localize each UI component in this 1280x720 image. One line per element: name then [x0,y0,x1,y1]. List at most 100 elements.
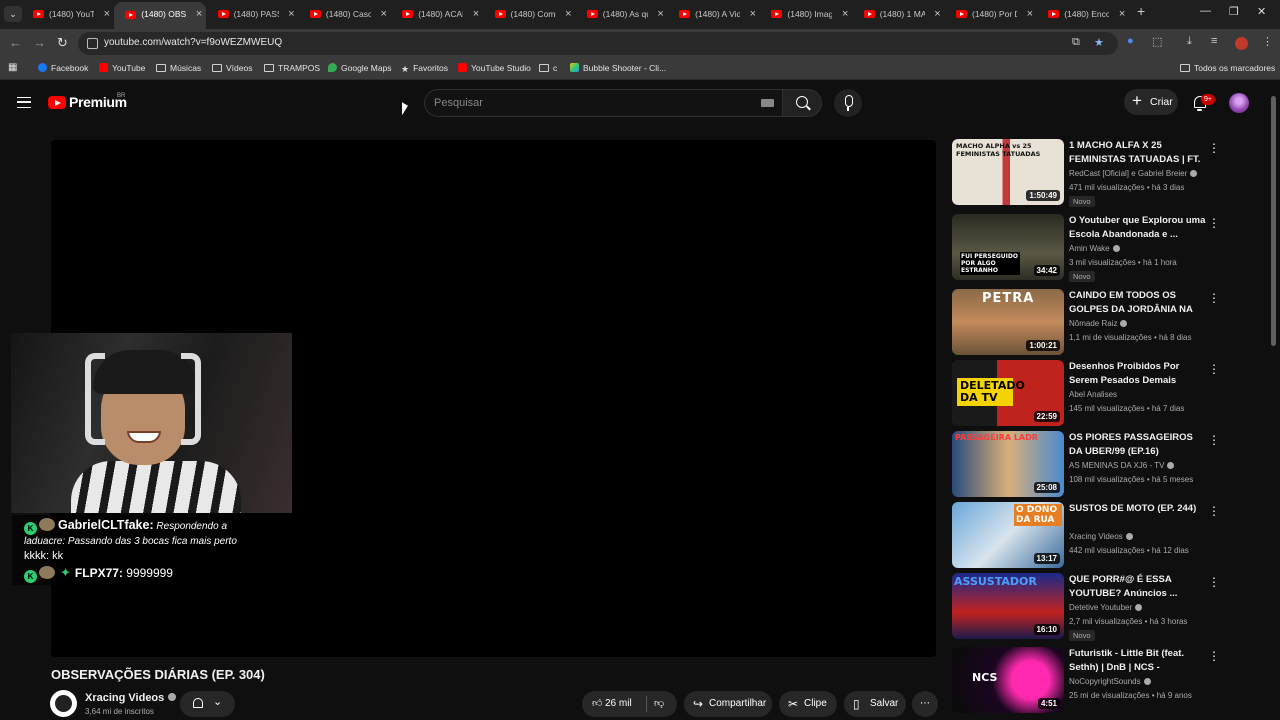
close-tab-icon[interactable]: × [196,2,202,27]
more-options-icon[interactable]: ⋮ [1208,216,1220,230]
channel-name[interactable]: RedCast [Oficial] e Gabriel Breier [1069,169,1198,178]
recommended-video[interactable]: DELETADO DA TV 22:59 Desenhos Proibidos Po… [952,360,1242,426]
extension-icon[interactable]: ● [1127,35,1134,47]
recommended-video[interactable]: FUI PERSEGUIDO POR ALGO ESTRANHO 34:42 O Y… [952,214,1242,282]
bookmark-item[interactable]: ★ Favoritos [401,63,448,75]
video-thumbnail[interactable]: FUI PERSEGUIDO POR ALGO ESTRANHO 34:42 [952,214,1064,280]
channel-name[interactable]: Nômade Raiz [1069,319,1128,328]
bookmark-item[interactable]: TRAMPOS [264,63,320,73]
minimize-button[interactable]: — [1200,5,1211,17]
recommended-video[interactable]: PASSAGEIRA LADR 25:08 OS PIORES PASSAGEIRO… [952,431,1242,497]
channel-name[interactable]: Xracing Videos [85,692,177,704]
more-options-icon[interactable]: ⋮ [1208,649,1220,663]
all-bookmarks-button[interactable]: Todos os marcadores [1180,63,1275,73]
browser-tab[interactable]: (1480) ACAM × [391,3,483,25]
recommended-video[interactable]: NCS 4:51 Futuristik - Little Bit (feat. Se… [952,647,1242,713]
close-tab-icon[interactable]: × [288,3,294,25]
browser-tab[interactable]: (1480) Comp × [484,3,576,25]
recommended-video[interactable]: ASSUSTADOR 16:10 QUE PORR#@ É ESSA YOUTUBE… [952,573,1242,641]
tab-search-button[interactable]: ⌄ [4,6,22,22]
more-options-icon[interactable]: ⋮ [1208,504,1220,518]
reload-button[interactable]: ↻ [57,35,68,51]
more-options-icon[interactable]: ⋮ [1208,362,1220,376]
close-tab-icon[interactable]: × [657,3,663,25]
bookmark-item[interactable]: Google Maps [328,63,392,73]
close-tab-icon[interactable]: × [1119,3,1125,25]
more-options-icon[interactable]: ⋮ [1208,291,1220,305]
more-options-icon[interactable]: ⋮ [1208,141,1220,155]
search-input[interactable]: Pesquisar [424,89,782,117]
new-tab-button[interactable]: + [1137,3,1145,19]
more-actions-button[interactable]: ⋯ [912,691,938,717]
close-tab-icon[interactable]: × [934,3,940,25]
recommended-video[interactable]: PETRA 1:00:21 CAINDO EM TODOS OS GOLPES DA… [952,289,1242,355]
site-info-icon[interactable] [87,38,98,49]
account-avatar[interactable] [1229,93,1249,113]
recommended-video[interactable]: MACHO ALPHA vs 25 FEMINISTAS TATUADAS 1:5… [952,139,1242,207]
media-control-icon[interactable]: ≡ [1211,35,1217,47]
video-title[interactable]: OS PIORES PASSAGEIROS DA UBER/99 (EP.16) [1069,431,1207,458]
close-tab-icon[interactable]: × [473,3,479,25]
browser-tab[interactable]: (1480) Por D × [945,3,1037,25]
more-options-icon[interactable]: ⋮ [1208,433,1220,447]
video-thumbnail[interactable]: NCS 4:51 [952,647,1064,713]
restore-button[interactable]: ❐ [1229,5,1239,18]
video-title[interactable]: Futuristik - Little Bit (feat. Sethh) | … [1069,647,1207,675]
video-thumbnail[interactable]: ASSUSTADOR 16:10 [952,573,1064,639]
page-scrollbar[interactable] [1271,96,1276,346]
bookmark-item[interactable]: c [539,63,557,73]
youtube-logo-icon[interactable] [48,96,66,109]
voice-search-icon[interactable] [834,89,862,117]
address-bar[interactable]: youtube.com/watch?v=f9oWEZMWEUQ ⧉ ★ [78,32,1118,55]
like-icon[interactable]: 👍︎ [592,691,602,717]
dislike-icon[interactable]: 👎︎ [654,691,664,717]
channel-name[interactable]: Detetive Youtuber [1069,603,1143,612]
close-tab-icon[interactable]: × [1027,3,1033,25]
bookmark-star-icon[interactable]: ★ [1094,36,1104,49]
back-button[interactable]: ← [9,35,22,50]
profile-avatar[interactable] [1235,37,1248,50]
like-count[interactable]: 26 mil [605,691,632,717]
video-thumbnail[interactable]: DELETADO DA TV 22:59 [952,360,1064,426]
video-title[interactable]: Desenhos Proibidos Por Serem Pesados Dem… [1069,360,1207,387]
video-title[interactable]: SUSTOS DE MOTO (EP. 244) [1069,502,1207,516]
share-button[interactable]: ↪ Compartilhar [684,691,772,717]
channel-name[interactable]: Abel Analises [1069,390,1117,399]
bookmark-item[interactable]: Vídeos [212,63,252,73]
video-title[interactable]: O Youtuber que Explorou uma Escola Aband… [1069,214,1207,241]
recommended-video[interactable]: O DONO DA RUA 13:17 SUSTOS DE MOTO (EP. 24… [952,502,1242,568]
close-tab-icon[interactable]: × [842,3,848,25]
browser-tab[interactable]: (1480) YouTu × [22,3,114,25]
forward-button[interactable]: → [33,35,46,50]
subscribed-bell-button[interactable]: ⌄ [180,691,235,717]
video-thumbnail[interactable]: PETRA 1:00:21 [952,289,1064,355]
video-thumbnail[interactable]: MACHO ALPHA vs 25 FEMINISTAS TATUADAS 1:5… [952,139,1064,205]
channel-name[interactable]: Amin Wake [1069,244,1120,253]
video-thumbnail[interactable]: O DONO DA RUA 13:17 [952,502,1064,568]
close-tab-icon[interactable]: × [380,3,386,25]
browser-tab[interactable]: (1480) A Vid × [668,3,760,25]
keyboard-icon[interactable] [761,99,774,107]
channel-name[interactable]: NoCopyrightSounds [1069,677,1151,686]
video-title[interactable]: CAINDO EM TODOS OS GOLPES DA JORDÂNIA NA… [1069,289,1207,317]
browser-tab[interactable]: (1480) Caso × [299,3,391,25]
browser-tab[interactable]: (1480) PASS × [207,3,299,25]
channel-name[interactable]: Xracing Videos [1069,532,1133,541]
video-thumbnail[interactable]: PASSAGEIRA LADR 25:08 [952,431,1064,497]
channel-name[interactable]: AS MENINAS DA XJ6 - TV [1069,461,1175,470]
bookmark-item[interactable]: Bubble Shooter - Cli... [570,63,666,73]
bookmark-item[interactable]: Músicas [156,63,201,73]
download-icon[interactable]: ⤓ [1187,35,1192,48]
close-window-button[interactable]: ✕ [1257,5,1266,18]
cast-icon[interactable]: ⧉ [1072,36,1080,49]
browser-tab[interactable]: (1480) As qu × [576,3,668,25]
menu-icon[interactable] [17,97,31,108]
bookmark-item[interactable]: YouTube [99,63,145,73]
extensions-puzzle-icon[interactable]: ⬚ [1152,35,1162,48]
close-tab-icon[interactable]: × [750,3,756,25]
video-title[interactable]: QUE PORR#@ É ESSA YOUTUBE? Anúncios ... [1069,573,1207,600]
browser-menu-icon[interactable]: ⋮ [1262,35,1273,48]
close-tab-icon[interactable]: × [565,3,571,25]
apps-icon[interactable]: ▦ [8,62,17,73]
search-button[interactable] [782,89,822,117]
